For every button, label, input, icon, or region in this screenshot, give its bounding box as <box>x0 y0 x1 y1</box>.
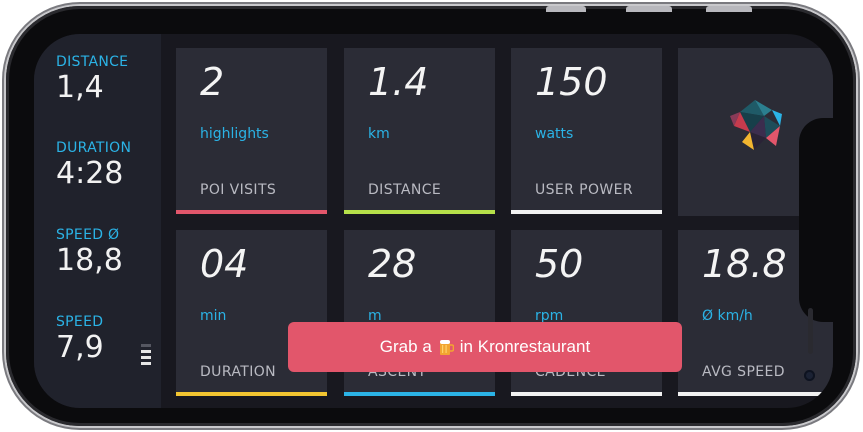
stat-label: DISTANCE <box>56 54 129 70</box>
stats-sidebar: DISTANCE 1,4 DURATION 4:28 SPEED Ø 18,8 … <box>34 34 161 408</box>
tile-value: 18.8 <box>702 242 787 286</box>
tile-poi-visits[interactable]: 2 highlights POI VISITS <box>176 48 327 214</box>
speaker <box>808 308 813 354</box>
stat-speed: SPEED 7,9 <box>56 314 104 365</box>
tile-unit: Ø km/h <box>702 308 753 324</box>
stat-label: SPEED Ø <box>56 227 120 243</box>
camera <box>804 370 815 381</box>
tile-value: 150 <box>535 60 608 104</box>
tile-accent-bar <box>344 210 495 214</box>
tile-value: 28 <box>368 242 417 286</box>
tile-caption: USER POWER <box>535 182 634 198</box>
speed-level-indicator <box>141 344 151 368</box>
tile-accent-bar <box>176 210 327 214</box>
tile-caption: DISTANCE <box>368 182 442 198</box>
tile-accent-bar <box>511 210 662 214</box>
toast-text-after: in Kronrestaurant <box>459 337 591 356</box>
tile-value: 50 <box>535 242 584 286</box>
tile-caption: AVG SPEED <box>702 364 785 380</box>
stat-value: 4:28 <box>56 156 124 191</box>
stat-label: DURATION <box>56 140 132 156</box>
tile-caption: POI VISITS <box>200 182 277 198</box>
tile-unit: highlights <box>200 126 269 142</box>
stat-value: 1,4 <box>56 70 104 105</box>
tile-value: 04 <box>200 242 249 286</box>
tile-distance[interactable]: 1.4 km DISTANCE <box>344 48 495 214</box>
app-screen: DISTANCE 1,4 DURATION 4:28 SPEED Ø 18,8 … <box>34 34 833 408</box>
tile-value: 1.4 <box>368 60 429 104</box>
tile-unit: min <box>200 308 227 324</box>
tile-caption: DURATION <box>200 364 277 380</box>
hardware-button <box>546 6 586 12</box>
stat-value: 18,8 <box>56 243 123 278</box>
geometric-logo-icon <box>730 100 782 150</box>
stat-value: 7,9 <box>56 330 104 365</box>
tile-value: 2 <box>200 60 225 104</box>
tile-user-power[interactable]: 150 watts USER POWER <box>511 48 662 214</box>
phone-frame: DISTANCE 1,4 DURATION 4:28 SPEED Ø 18,8 … <box>6 6 856 426</box>
toast-text-before: Grab a <box>379 337 432 356</box>
stat-duration: DURATION 4:28 <box>56 140 131 191</box>
tile-accent-bar <box>678 392 833 396</box>
tile-accent-bar <box>176 392 327 396</box>
stat-speed-avg: SPEED Ø 18,8 <box>56 227 123 278</box>
stat-distance: DISTANCE 1,4 <box>56 54 128 105</box>
beer-icon <box>438 338 455 356</box>
tile-accent-bar <box>511 392 662 396</box>
stat-label: SPEED <box>56 314 104 330</box>
phone-notch <box>799 118 833 381</box>
hardware-button <box>706 6 752 12</box>
promo-toast[interactable]: Grab a in Kronrestaurant <box>288 322 682 372</box>
hardware-button <box>626 6 672 12</box>
tile-unit: km <box>368 126 390 142</box>
tile-unit: watts <box>535 126 574 142</box>
tile-accent-bar <box>344 392 495 396</box>
